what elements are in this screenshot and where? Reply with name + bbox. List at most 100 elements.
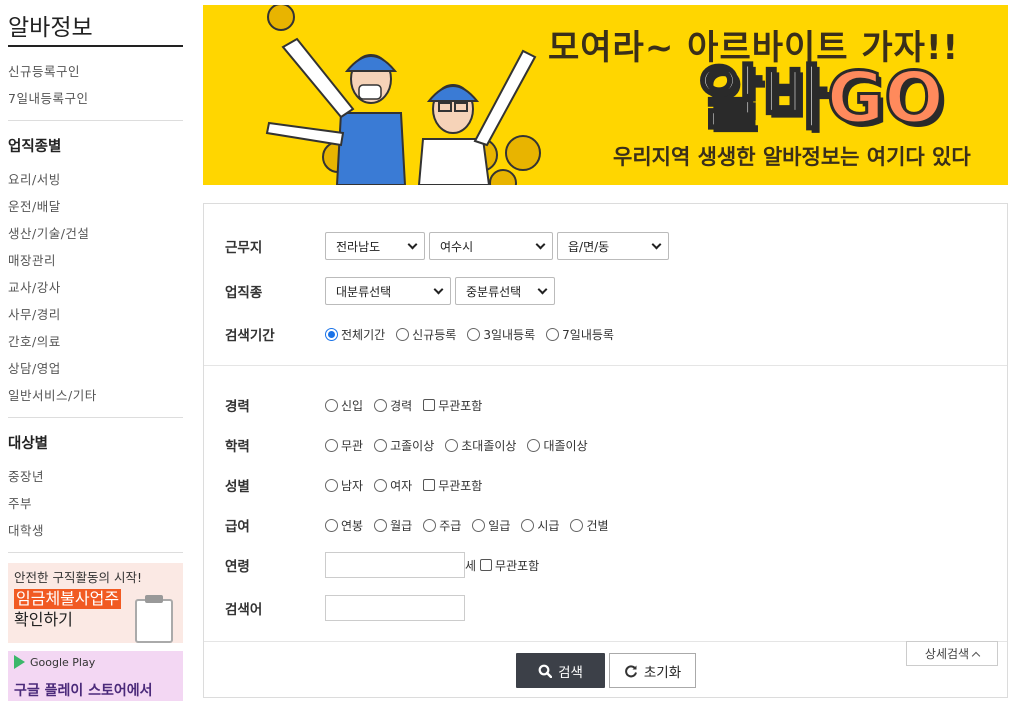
pay-option-label: 주급 — [439, 518, 462, 533]
keyword-label: 검색어 — [225, 602, 263, 618]
age-label: 연령 — [225, 559, 250, 575]
period-option-3day[interactable]: 3일내등록 — [467, 326, 535, 343]
sidebar: 알바정보 신규등록구인 7일내등록구인 업직종별 요리/서빙 운전/배달 생산/… — [8, 0, 183, 701]
major-category-value: 대분류선택 — [336, 284, 392, 299]
education-option[interactable]: 고졸이상 — [374, 437, 434, 454]
radio-selected[interactable] — [325, 327, 338, 341]
province-select[interactable]: 전라남도 — [325, 232, 425, 260]
workers-illustration-icon — [265, 5, 541, 185]
search-button[interactable]: 검색 — [516, 653, 605, 688]
gender-option-male[interactable]: 남자 — [325, 477, 363, 494]
major-category-select[interactable]: 대분류선택 — [325, 277, 451, 305]
checkbox[interactable] — [480, 559, 493, 571]
period-option-all[interactable]: 전체기간 — [325, 326, 385, 343]
radio[interactable] — [325, 478, 338, 492]
pay-option[interactable]: 연봉 — [325, 517, 363, 534]
radio[interactable] — [396, 327, 410, 341]
sidebar-group-job-types: 업직종별 요리/서빙 운전/배달 생산/기술/건설 매장관리 교사/강사 사무/… — [8, 121, 183, 418]
province-value: 전라남도 — [336, 239, 381, 254]
career-any-checkbox[interactable]: 무관포함 — [423, 397, 482, 414]
search-panel: 근무지 전라남도 여수시 읍/면/동 업직종 대분류선택 중분류선택 검색기간 … — [203, 203, 1008, 698]
keyword-input[interactable] — [325, 595, 465, 621]
radio[interactable] — [527, 438, 541, 452]
wage-arrears-banner[interactable]: 안전한 구직활동의 시작! 임금체불사업주 확인하기 — [8, 563, 183, 643]
sidebar-item-job[interactable]: 교사/강사 — [8, 274, 183, 301]
pay-option[interactable]: 건별 — [570, 517, 609, 534]
radio[interactable] — [374, 478, 388, 492]
hero-logo-al: 알바 — [697, 56, 829, 141]
pay-option[interactable]: 일급 — [472, 517, 510, 534]
sidebar-item-target[interactable]: 주부 — [8, 490, 183, 517]
workplace-row: 근무지 전라남도 여수시 읍/면/동 — [225, 232, 673, 260]
chevron-down-icon — [535, 239, 546, 249]
radio[interactable] — [423, 518, 437, 532]
city-select[interactable]: 여수시 — [429, 232, 553, 260]
google-play-banner[interactable]: Google Play 구글 플레이 스토어에서 — [8, 651, 183, 701]
career-row: 경력 신입 경력 무관포함 — [225, 395, 493, 415]
sidebar-item-target[interactable]: 대학생 — [8, 517, 183, 544]
town-select[interactable]: 읍/면/동 — [557, 232, 669, 260]
period-option-label: 신규등록 — [412, 327, 457, 342]
sidebar-item-job[interactable]: 운전/배달 — [8, 193, 183, 220]
search-icon — [538, 664, 553, 678]
period-option-new[interactable]: 신규등록 — [396, 326, 456, 343]
checkbox[interactable] — [423, 399, 436, 411]
radio[interactable] — [325, 438, 338, 452]
pay-option-label: 월급 — [390, 518, 413, 533]
radio[interactable] — [374, 518, 388, 532]
radio[interactable] — [546, 327, 560, 341]
sidebar-item-job[interactable]: 상담/영업 — [8, 355, 183, 382]
detail-search-toggle[interactable]: 상세검색 — [906, 641, 998, 666]
hero-banner: 모여라~ 아르바이트 가자!! 알바GO 우리지역 생생한 알바정보는 여기다 … — [203, 5, 1008, 185]
age-any-checkbox[interactable]: 무관포함 — [480, 557, 539, 574]
gender-option-label: 남자 — [341, 478, 364, 493]
hero-logo: 알바GO — [697, 53, 946, 143]
education-option[interactable]: 무관 — [325, 437, 363, 454]
wage-banner-line1: 안전한 구직활동의 시작! — [14, 570, 142, 585]
radio[interactable] — [325, 518, 338, 532]
sidebar-item-job[interactable]: 생산/기술/건설 — [8, 220, 183, 247]
period-row: 검색기간 전체기간 신규등록 3일내등록 7일내등록 — [225, 324, 625, 344]
sidebar-item-job[interactable]: 일반서비스/기타 — [8, 382, 183, 409]
search-actions: 검색 초기화 상세검색 — [204, 641, 1007, 698]
checkbox[interactable] — [423, 479, 436, 491]
career-option-experienced[interactable]: 경력 — [374, 397, 412, 414]
chevron-up-icon — [971, 651, 981, 660]
sidebar-item-target[interactable]: 중장년 — [8, 463, 183, 490]
sidebar-item-7day-posts[interactable]: 7일내등록구인 — [8, 85, 183, 112]
refresh-icon — [624, 664, 637, 677]
age-input[interactable] — [325, 552, 465, 578]
education-option[interactable]: 초대졸이상 — [445, 437, 516, 454]
radio[interactable] — [445, 438, 459, 452]
reset-button-label: 초기화 — [643, 664, 682, 681]
pay-option[interactable]: 주급 — [423, 517, 461, 534]
google-play-text: 구글 플레이 스토어에서 — [14, 683, 153, 699]
radio[interactable] — [521, 518, 535, 532]
sidebar-item-job[interactable]: 간호/의료 — [8, 328, 183, 355]
radio[interactable] — [374, 398, 388, 412]
radio[interactable] — [467, 327, 481, 341]
education-option-label: 대졸이상 — [543, 438, 588, 453]
gender-option-female[interactable]: 여자 — [374, 477, 412, 494]
radio[interactable] — [325, 398, 338, 412]
sidebar-item-job[interactable]: 요리/서빙 — [8, 166, 183, 193]
radio[interactable] — [472, 518, 486, 532]
minor-category-select[interactable]: 중분류선택 — [455, 277, 555, 305]
sidebar-item-job[interactable]: 매장관리 — [8, 247, 183, 274]
sidebar-item-new-posts[interactable]: 신규등록구인 — [8, 58, 183, 85]
period-option-7day[interactable]: 7일내등록 — [546, 326, 614, 343]
pay-option[interactable]: 월급 — [374, 517, 412, 534]
pay-option[interactable]: 시급 — [521, 517, 559, 534]
sidebar-heading-job-types: 업직종별 — [8, 139, 62, 155]
google-play-label: Google Play — [30, 655, 96, 669]
reset-button[interactable]: 초기화 — [609, 653, 696, 688]
career-option-new[interactable]: 신입 — [325, 397, 363, 414]
sidebar-item-job[interactable]: 사무/경리 — [8, 301, 183, 328]
gender-any-checkbox[interactable]: 무관포함 — [423, 477, 482, 494]
search-basic-section: 근무지 전라남도 여수시 읍/면/동 업직종 대분류선택 중분류선택 검색기간 … — [204, 204, 1007, 366]
gender-row: 성별 남자 여자 무관포함 — [225, 475, 493, 495]
age-row: 연령 세 무관포함 — [225, 552, 550, 578]
radio[interactable] — [570, 518, 584, 532]
radio[interactable] — [374, 438, 388, 452]
education-option[interactable]: 대졸이상 — [527, 437, 588, 454]
